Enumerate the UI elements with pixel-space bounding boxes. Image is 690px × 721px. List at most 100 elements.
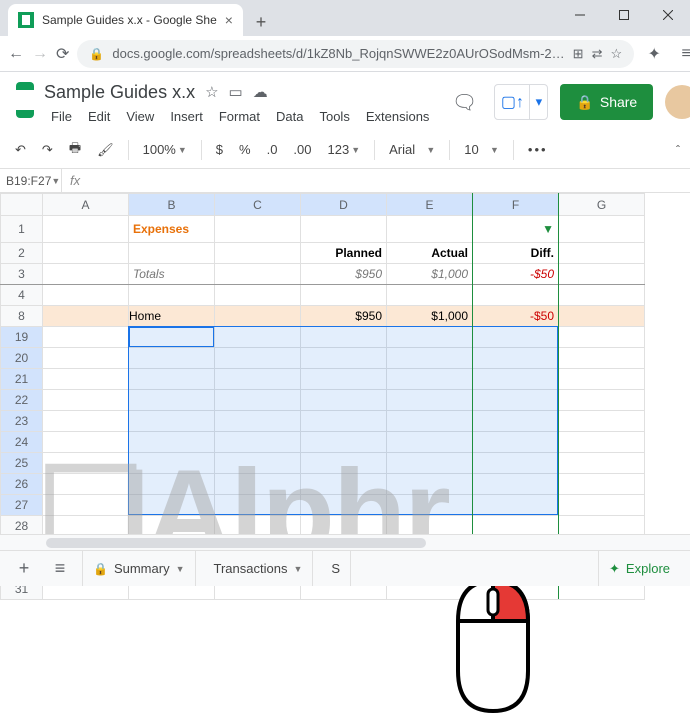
cell[interactable] (387, 369, 473, 390)
cell[interactable] (43, 348, 129, 369)
scrollbar-thumb[interactable] (46, 538, 426, 548)
cell[interactable] (129, 432, 215, 453)
cell[interactable] (301, 348, 387, 369)
cell[interactable] (43, 264, 129, 285)
cell[interactable] (215, 411, 301, 432)
print-button[interactable]: 🖶 (64, 136, 86, 164)
name-box[interactable]: B19:F27 ▼ (0, 169, 62, 192)
col-header-E[interactable]: E (387, 194, 473, 216)
menu-view[interactable]: View (119, 106, 161, 127)
cell[interactable] (129, 453, 215, 474)
paint-format-button[interactable]: 🖌 (92, 139, 119, 161)
menu-extensions[interactable]: Extensions (359, 106, 437, 127)
cell[interactable]: Planned (301, 243, 387, 264)
menu-file[interactable]: File (44, 106, 79, 127)
cell[interactable] (215, 474, 301, 495)
cell[interactable]: $1,000 (387, 306, 473, 327)
close-window-button[interactable] (646, 0, 690, 30)
cell[interactable] (559, 243, 645, 264)
cell[interactable] (215, 306, 301, 327)
cell[interactable] (215, 264, 301, 285)
cell[interactable] (43, 411, 129, 432)
reload-button[interactable]: ⟳ (56, 42, 69, 66)
cell[interactable] (559, 411, 645, 432)
qr-icon[interactable]: ⊞ (573, 46, 584, 62)
cell[interactable]: Totals (129, 264, 215, 285)
cell[interactable] (301, 285, 387, 306)
row-header[interactable]: 24 (1, 432, 43, 453)
horizontal-scrollbar[interactable] (0, 534, 690, 550)
cell[interactable] (301, 495, 387, 516)
menu-data[interactable]: Data (269, 106, 310, 127)
browser-tab[interactable]: Sample Guides x.x - Google She × (8, 4, 243, 36)
col-header-B[interactable]: B (129, 194, 215, 216)
cell[interactable] (215, 390, 301, 411)
cell[interactable] (559, 285, 645, 306)
cell[interactable] (215, 432, 301, 453)
cell[interactable] (559, 369, 645, 390)
cell[interactable] (301, 327, 387, 348)
menu-edit[interactable]: Edit (81, 106, 117, 127)
cell[interactable] (301, 411, 387, 432)
collapse-toolbar-button[interactable]: ˆ (676, 143, 680, 157)
redo-button[interactable]: ↷ (37, 139, 58, 161)
present-icon[interactable]: ▢↑ (495, 92, 529, 112)
share-button[interactable]: 🔒 Share (560, 84, 653, 120)
cell[interactable] (215, 369, 301, 390)
col-header-G[interactable]: G (559, 194, 645, 216)
menu-format[interactable]: Format (212, 106, 267, 127)
comments-button[interactable]: 🗨 (446, 84, 482, 120)
cell[interactable] (473, 285, 559, 306)
star-icon[interactable]: ☆ (205, 83, 218, 101)
tab-summary[interactable]: 🔒 Summary ▼ (82, 551, 196, 586)
tab-hidden[interactable]: S (321, 551, 351, 586)
col-header-C[interactable]: C (215, 194, 301, 216)
cell[interactable]: Actual (387, 243, 473, 264)
font-dropdown[interactable]: Arial ▼ (384, 139, 440, 160)
cell[interactable] (43, 285, 129, 306)
chevron-down-icon[interactable]: ▼ (176, 564, 185, 574)
account-avatar[interactable] (665, 85, 690, 119)
cell[interactable] (559, 495, 645, 516)
cell[interactable] (43, 432, 129, 453)
move-icon[interactable]: ▭ (229, 83, 243, 101)
row-header[interactable]: 4 (1, 285, 43, 306)
cell[interactable] (559, 390, 645, 411)
cell[interactable] (129, 327, 215, 348)
cell[interactable] (301, 390, 387, 411)
cell[interactable] (215, 216, 301, 243)
cell[interactable] (129, 411, 215, 432)
cell[interactable] (473, 474, 559, 495)
increase-decimal-button[interactable]: .00 (288, 139, 316, 160)
cell[interactable] (43, 453, 129, 474)
cell[interactable] (387, 285, 473, 306)
cell[interactable] (215, 285, 301, 306)
cell[interactable] (473, 327, 559, 348)
row-header[interactable]: 3 (1, 264, 43, 285)
col-header-D[interactable]: D (301, 194, 387, 216)
row-header[interactable]: 8 (1, 306, 43, 327)
cell[interactable] (129, 474, 215, 495)
cell[interactable] (387, 327, 473, 348)
cell[interactable] (387, 411, 473, 432)
cell[interactable] (387, 495, 473, 516)
tab-transactions[interactable]: Transactions ▼ (204, 551, 314, 586)
decrease-decimal-button[interactable]: .0 (262, 139, 283, 160)
cell[interactable] (301, 453, 387, 474)
cell[interactable] (473, 348, 559, 369)
menu-tools[interactable]: Tools (312, 106, 356, 127)
row-header[interactable]: 27 (1, 495, 43, 516)
cell[interactable] (387, 390, 473, 411)
row-header[interactable]: 25 (1, 453, 43, 474)
all-sheets-button[interactable]: ≡ (46, 555, 74, 583)
zoom-dropdown[interactable]: 100% ▼ (138, 139, 192, 160)
row-header[interactable]: 2 (1, 243, 43, 264)
filter-icon[interactable]: ▼ (542, 222, 558, 236)
cell[interactable] (129, 285, 215, 306)
col-header-A[interactable]: A (43, 194, 129, 216)
cell[interactable] (559, 264, 645, 285)
cell[interactable] (43, 243, 129, 264)
cell[interactable] (559, 432, 645, 453)
cell[interactable] (129, 243, 215, 264)
cell[interactable] (387, 432, 473, 453)
